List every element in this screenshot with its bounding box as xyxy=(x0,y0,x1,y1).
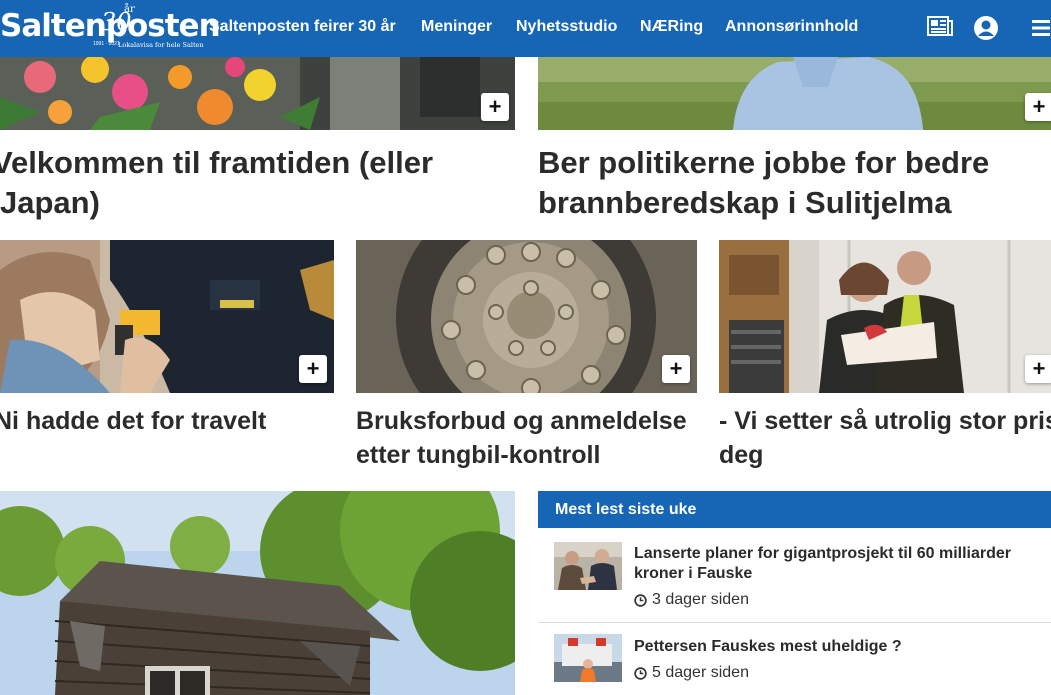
site-logo[interactable]: Saltenposten 30 år 1991 · 2021 Lokalavis… xyxy=(0,4,221,52)
site-header: Saltenposten 30 år 1991 · 2021 Lokalavis… xyxy=(0,0,1051,57)
most-read-thumbnail xyxy=(554,542,622,590)
most-read-title: Lanserte planer for gigantprosjekt til 6… xyxy=(634,545,1011,582)
most-read-thumbnail xyxy=(554,634,622,682)
logo-tagline: Lokalavisa for hele Salten xyxy=(118,41,204,49)
clock-icon xyxy=(634,666,647,680)
nav-link-30-ar[interactable]: Saltenposten feirer 30 år xyxy=(209,18,396,36)
save-article-plus-button[interactable]: + xyxy=(1025,355,1051,383)
clock-icon xyxy=(634,593,647,607)
article-image-flowers[interactable] xyxy=(0,57,515,130)
most-read-heading: Mest lest siste uke xyxy=(555,501,697,518)
article-title[interactable]: Ni hadde det for travelt xyxy=(0,404,334,438)
save-article-plus-button[interactable]: + xyxy=(299,355,327,383)
article-image-truck-wheel[interactable] xyxy=(356,240,697,393)
article-image-police-breathalyzer[interactable] xyxy=(0,240,334,393)
e-paper-icon[interactable] xyxy=(927,15,953,42)
most-read-time-text: 5 dager siden xyxy=(652,664,749,681)
nav-link-meninger[interactable]: Meninger xyxy=(421,18,492,36)
nav-link-naering[interactable]: NÆRing xyxy=(640,18,703,36)
article-title[interactable]: Velkommen til framtiden (eller Japan) xyxy=(0,143,515,223)
article-title[interactable]: Bruksforbud og anmeldelse etter tungbil-… xyxy=(356,404,697,472)
article-title[interactable]: Ber politikerne jobbe for bedre brannber… xyxy=(538,143,1008,223)
article-image-old-cabin[interactable] xyxy=(0,491,515,695)
most-read-header: Mest lest siste uke xyxy=(538,491,1051,528)
article-image-award-couple[interactable] xyxy=(719,240,1051,393)
most-read-timestamp: 5 dager siden xyxy=(634,664,749,682)
logo-badge: år xyxy=(124,4,135,15)
nav-link-nyhetsstudio[interactable]: Nyhetsstudio xyxy=(516,18,617,36)
most-read-item[interactable]: Lanserte planer for gigantprosjekt til 6… xyxy=(538,528,1051,622)
save-article-plus-button[interactable]: + xyxy=(1025,93,1051,121)
most-read-timestamp: 3 dager siden xyxy=(634,591,749,609)
save-article-plus-button[interactable]: + xyxy=(662,355,690,383)
article-title-line: - Vi setter så utrolig stor pris på deg xyxy=(719,407,1051,469)
logo-years: 1991 · 2021 xyxy=(93,41,120,47)
most-read-title: Pettersen Fauskes mest uheldige ? xyxy=(634,638,902,655)
most-read-time-text: 3 dager siden xyxy=(652,591,749,608)
article-title[interactable]: - Vi setter så utrolig stor pris på deg xyxy=(719,404,1051,474)
user-account-icon[interactable] xyxy=(973,15,999,46)
hamburger-menu-icon[interactable] xyxy=(1032,19,1050,42)
save-article-plus-button[interactable]: + xyxy=(481,93,509,121)
nav-link-annonsorinnhold[interactable]: Annonsørinnhold xyxy=(725,18,858,36)
article-image-man-field[interactable] xyxy=(538,57,1051,130)
most-read-item[interactable]: Pettersen Fauskes mest uheldige ? 5 dage… xyxy=(538,623,1051,695)
